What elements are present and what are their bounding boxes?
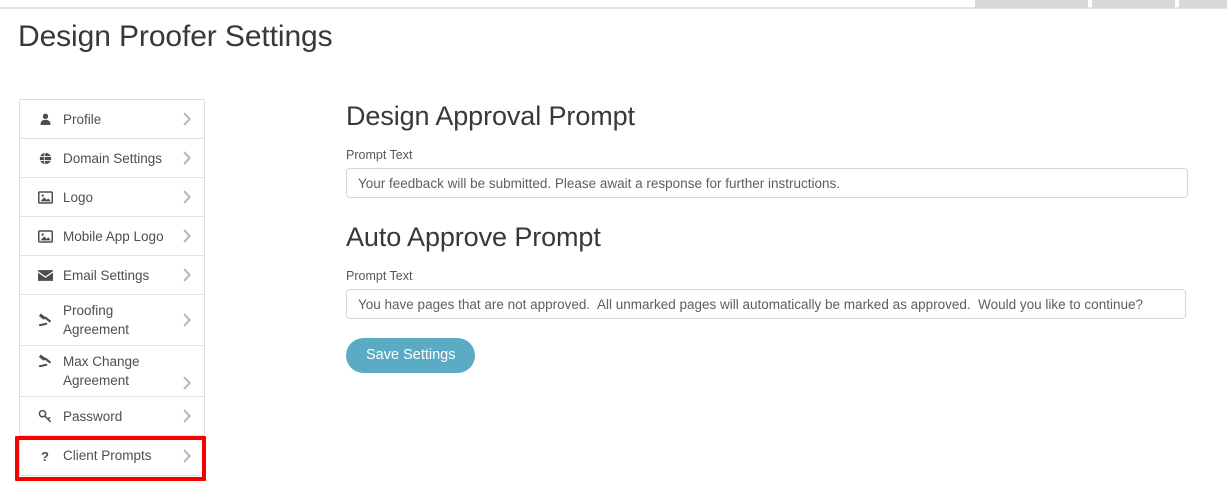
auto-approve-heading: Auto Approve Prompt [346,222,601,252]
design-approval-prompt-input[interactable] [346,168,1188,198]
sidebar-item-label: Password [63,408,123,424]
auto-approve-field-label: Prompt Text [346,269,413,283]
settings-main-panel: Design Approval Prompt Prompt Text Auto … [346,99,1189,373]
sidebar-item-label: Mobile App Logo [63,228,164,244]
design-approval-field-label: Prompt Text [346,148,413,162]
chevron-right-icon [180,313,194,327]
sidebar-item-email-settings[interactable]: Email Settings [20,256,204,295]
settings-page: Design Proofer Settings Profile Domain S… [0,0,1227,501]
sidebar-item-label: Max Change Agreement [63,354,140,388]
sidebar-item-client-prompts[interactable]: ? Client Prompts [20,436,204,475]
gavel-icon [36,313,54,327]
sidebar-item-proofing-agreement[interactable]: Proofing Agreement [20,295,204,346]
chevron-right-icon [180,449,194,463]
sidebar-item-label: Logo [63,189,94,205]
chevron-right-icon [180,229,194,243]
settings-sidebar: Profile Domain Settings Logo Mobile App … [19,99,205,476]
svg-text:?: ? [41,449,49,463]
browser-chrome-strip [0,0,1227,9]
sidebar-item-label: Proofing Agreement [63,303,130,337]
chevron-right-icon [180,268,194,282]
sidebar-item-label: Profile [63,111,102,127]
chevron-right-icon [180,151,194,165]
browser-tab-fragment[interactable] [975,0,1088,8]
save-settings-button[interactable]: Save Settings [346,338,476,373]
envelope-icon [36,269,54,281]
sidebar-item-label: Email Settings [63,267,150,283]
auto-approve-prompt-input[interactable] [346,289,1186,319]
image-icon [36,229,54,243]
sidebar-item-profile[interactable]: Profile [20,100,204,139]
chevron-right-icon [180,409,194,423]
sidebar-item-label: Client Prompts [63,448,152,463]
image-icon [36,190,54,204]
key-icon [36,409,54,423]
chevron-right-icon [180,112,194,126]
sidebar-item-domain-settings[interactable]: Domain Settings [20,139,204,178]
sidebar-item-max-change-agreement[interactable]: Max Change Agreement [20,346,204,397]
gavel-icon [36,354,54,368]
sidebar-item-logo[interactable]: Logo [20,178,204,217]
globe-icon [36,152,54,165]
browser-tab-fragment[interactable] [1092,0,1175,8]
user-icon [36,113,54,126]
chevron-right-icon [180,376,194,390]
question-icon: ? [36,449,54,463]
chevron-right-icon [180,190,194,204]
page-title: Design Proofer Settings [18,20,333,53]
design-approval-heading: Design Approval Prompt [346,101,635,131]
browser-tab-fragment[interactable] [1179,0,1227,8]
sidebar-item-password[interactable]: Password [20,397,204,436]
sidebar-item-label: Domain Settings [63,150,163,166]
sidebar-item-mobile-app-logo[interactable]: Mobile App Logo [20,217,204,256]
